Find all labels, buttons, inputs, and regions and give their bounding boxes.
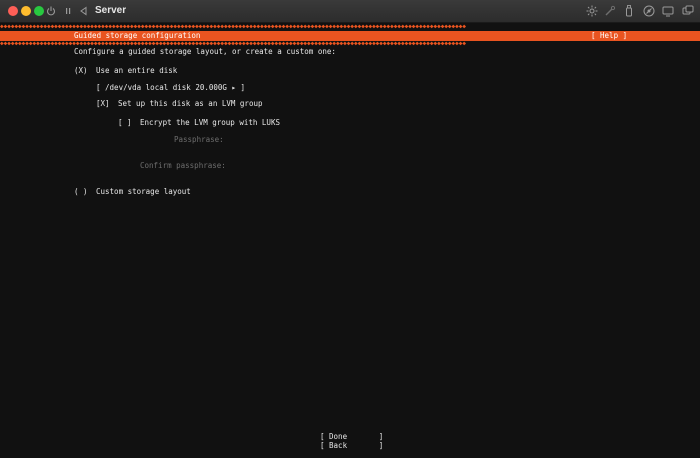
installer-screen: ◆◆◆◆◆◆◆◆◆◆◆◆◆◆◆◆◆◆◆◆◆◆◆◆◆◆◆◆◆◆◆◆◆◆◆◆◆◆◆◆… (0, 23, 700, 458)
power-icon[interactable] (46, 4, 56, 18)
custom-layout-label: Custom storage layout (96, 187, 191, 196)
use-entire-disk-label: Use an entire disk (96, 66, 178, 75)
back-button[interactable]: [ Back ] (320, 441, 383, 451)
close-window-button[interactable] (8, 6, 18, 16)
passphrase-label: Passphrase: (174, 135, 224, 144)
confirm-passphrase-label: Confirm passphrase: (140, 161, 226, 170)
pause-icon[interactable] (64, 4, 72, 18)
back-icon[interactable] (79, 4, 88, 18)
use-entire-disk-radio[interactable]: (X) (74, 66, 88, 76)
network-icon[interactable] (642, 4, 656, 18)
header-decoration-top: ◆◆◆◆◆◆◆◆◆◆◆◆◆◆◆◆◆◆◆◆◆◆◆◆◆◆◆◆◆◆◆◆◆◆◆◆◆◆◆◆… (0, 24, 466, 30)
lvm-checkbox[interactable]: [X] (96, 99, 110, 109)
lvm-label: Set up this disk as an LVM group (118, 99, 263, 108)
display-icon[interactable] (661, 4, 675, 18)
minimize-window-button[interactable] (21, 6, 31, 16)
luks-checkbox[interactable]: [ ] (118, 118, 132, 128)
window-titlebar: Server (0, 0, 700, 23)
windows-icon[interactable] (681, 4, 695, 18)
intro-text: Configure a guided storage layout, or cr… (74, 47, 336, 56)
window-title: Server (95, 5, 127, 16)
custom-layout-radio[interactable]: ( ) (74, 187, 88, 197)
wrench-icon[interactable] (603, 4, 617, 18)
disk-select[interactable]: [ /dev/vda local disk 20.000G ▸ ] (96, 83, 245, 93)
brightness-icon[interactable] (585, 4, 599, 18)
help-button[interactable]: [ Help ] (591, 31, 627, 41)
luks-label: Encrypt the LVM group with LUKS (140, 118, 280, 127)
zoom-window-button[interactable] (34, 6, 44, 16)
page-title: Guided storage configuration (74, 31, 201, 40)
usb-icon[interactable] (622, 4, 636, 18)
